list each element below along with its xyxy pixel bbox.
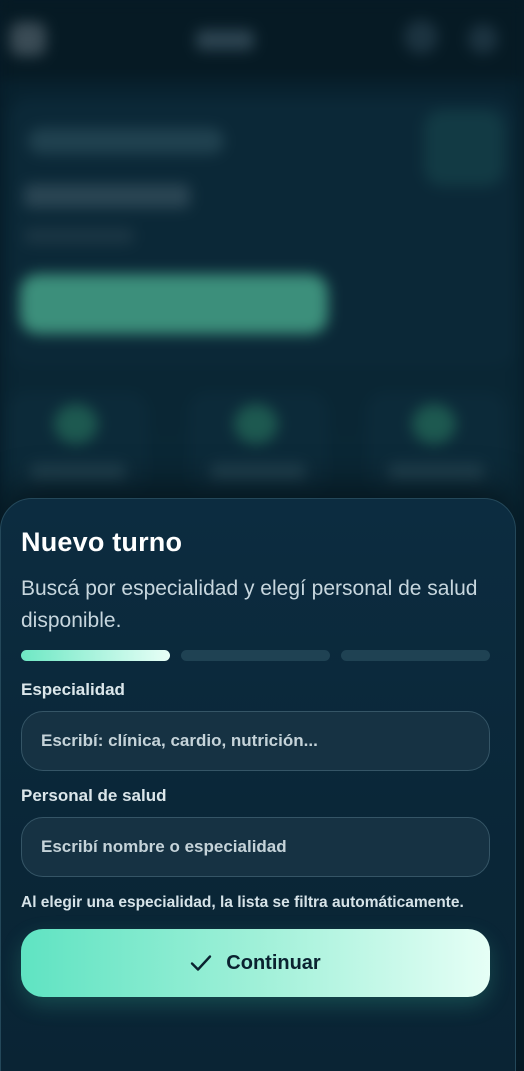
- provider-input[interactable]: [21, 817, 490, 877]
- continue-button-label: Continuar: [226, 951, 321, 974]
- background-quick-action-icon: [412, 404, 456, 444]
- background-quick-action: [188, 392, 328, 492]
- sheet-title: Nuevo turno: [21, 527, 183, 557]
- background-badge: [424, 110, 504, 186]
- background-quick-action-label: [388, 464, 484, 480]
- continue-button[interactable]: Continuar: [21, 929, 490, 997]
- background-quick-action-icon: [234, 404, 278, 444]
- progress-step-3: [341, 650, 490, 661]
- progress-step-2: [181, 650, 330, 661]
- background-quick-action-label: [30, 464, 126, 480]
- background-heading: [24, 184, 190, 208]
- background-quick-action: [366, 392, 506, 492]
- specialty-input[interactable]: [21, 711, 490, 771]
- check-icon: [190, 954, 212, 972]
- background-menu-icon: [10, 22, 46, 56]
- step-progress-indicator: [21, 650, 490, 661]
- specialty-label: Especialidad: [21, 680, 125, 699]
- background-quick-action-icon: [54, 404, 98, 444]
- background-title: [196, 30, 254, 50]
- progress-step-1: [21, 650, 170, 661]
- background-chip: [28, 128, 224, 154]
- background-notification-icon: [404, 20, 438, 54]
- background-profile-icon: [468, 24, 498, 54]
- new-appointment-sheet: Nuevo turno Buscá por especialidad y ele…: [0, 498, 516, 1071]
- app-screen: Nuevo turno Buscá por especialidad y ele…: [0, 0, 524, 1071]
- background-cta-button: [20, 274, 328, 334]
- sheet-subtitle: Buscá por especialidad y elegí personal …: [21, 577, 478, 632]
- background-quick-action: [8, 392, 148, 492]
- provider-label: Personal de salud: [21, 786, 167, 805]
- background-quick-action-label: [210, 464, 306, 480]
- background-caption: [24, 228, 134, 244]
- background-top-bar: [0, 0, 524, 80]
- filter-hint: Al elegir una especialidad, la lista se …: [21, 894, 464, 911]
